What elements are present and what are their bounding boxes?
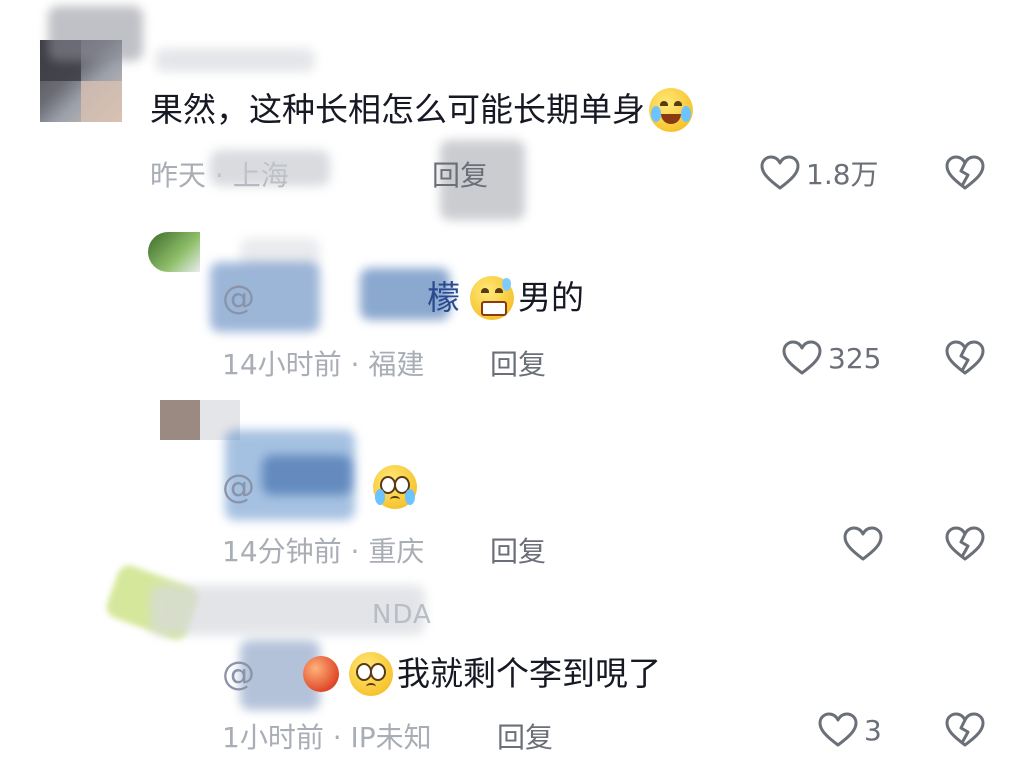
time-location: 14小时前 · 福建 bbox=[222, 348, 425, 381]
like-button[interactable]: 3 bbox=[818, 712, 882, 748]
like-count: 1.8万 bbox=[806, 158, 879, 191]
reply-button[interactable]: 回复 bbox=[432, 154, 488, 194]
comment-list: 果然，这种长相怎么可能长期单身 昨天 · 上海 回复 1.8万 bbox=[0, 0, 1024, 761]
heart-outline-icon bbox=[760, 155, 800, 190]
reply-button[interactable]: 回复 bbox=[497, 716, 553, 756]
comment-meta: 1小时前 · IP未知 bbox=[222, 716, 432, 756]
broken-heart-icon[interactable] bbox=[945, 712, 985, 748]
comment-meta: 14分钟前 · 重庆 bbox=[222, 530, 424, 570]
comment-body: 果然，这种长相怎么可能长期单身 bbox=[150, 90, 645, 129]
pleading-face-emoji-icon bbox=[349, 652, 393, 696]
heart-outline-icon bbox=[782, 340, 822, 375]
like-count: 325 bbox=[828, 341, 882, 375]
pleading-tears-emoji-icon bbox=[373, 465, 417, 509]
comment-text: @ 我就剩个李到哯了 bbox=[222, 652, 661, 696]
redacted-meta bbox=[210, 150, 330, 186]
mention-prefix[interactable]: @ bbox=[222, 465, 255, 509]
mention-name-tail[interactable]: 檬 bbox=[427, 276, 460, 320]
broken-heart-icon[interactable] bbox=[945, 340, 985, 376]
broken-heart-icon[interactable] bbox=[945, 155, 985, 191]
comment-body: 男的 bbox=[518, 278, 584, 317]
comment-text: 果然，这种长相怎么可能长期单身 bbox=[150, 88, 697, 132]
like-button[interactable]: 1.8万 bbox=[760, 153, 879, 193]
redacted-username bbox=[155, 48, 315, 72]
heart-outline-icon bbox=[843, 526, 883, 561]
username[interactable]: NDA bbox=[372, 600, 432, 630]
time-location: 1小时前 · IP未知 bbox=[222, 721, 432, 754]
comment-meta: 14小时前 · 福建 bbox=[222, 343, 424, 383]
laughing-crying-emoji-icon bbox=[649, 88, 693, 132]
reply-button[interactable]: 回复 bbox=[490, 343, 546, 383]
time-location: 14分钟前 · 重庆 bbox=[222, 535, 425, 568]
like-button[interactable] bbox=[843, 526, 889, 562]
grinning-sweat-emoji-icon bbox=[470, 276, 514, 320]
broken-heart-icon[interactable] bbox=[945, 526, 985, 562]
like-count: 3 bbox=[864, 713, 882, 747]
heart-outline-icon bbox=[818, 712, 858, 747]
comment-text: @ bbox=[222, 465, 421, 509]
comment-text: @ 檬 男的 bbox=[222, 276, 584, 320]
mention-prefix[interactable]: @ bbox=[222, 652, 255, 696]
avatar[interactable] bbox=[148, 232, 200, 272]
like-button[interactable]: 325 bbox=[782, 340, 881, 376]
mention-prefix[interactable]: @ bbox=[222, 276, 255, 320]
reply-button[interactable]: 回复 bbox=[490, 530, 546, 570]
redacted-username bbox=[48, 6, 143, 61]
comment-body: 我就剩个李到哯了 bbox=[397, 654, 661, 693]
peach-emoji-icon bbox=[303, 656, 339, 692]
